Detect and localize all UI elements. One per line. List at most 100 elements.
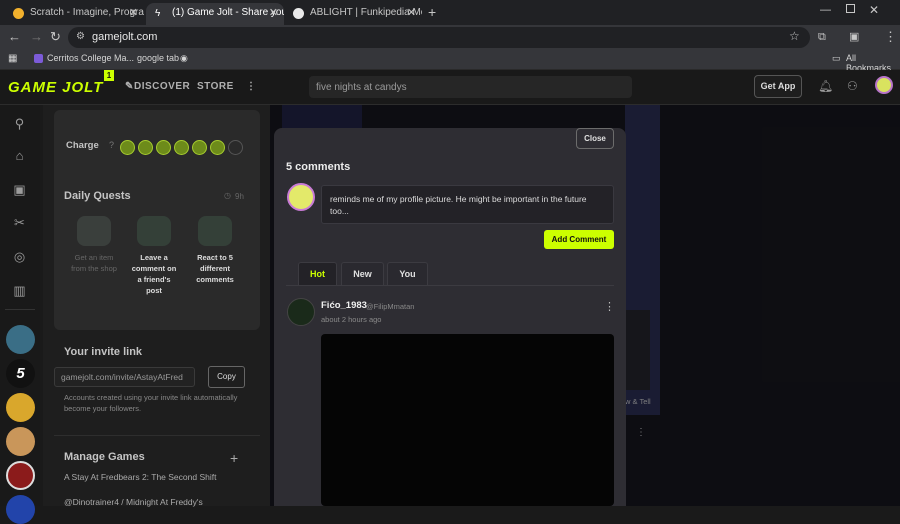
tab-you[interactable]: You — [387, 262, 428, 286]
add-comment-button[interactable]: Add Comment — [544, 230, 614, 249]
close-tab-icon[interactable]: ✕ — [269, 3, 278, 23]
comment-media[interactable] — [321, 334, 614, 506]
commenter-name[interactable]: Fićo_1983 — [321, 300, 367, 311]
my-avatar — [287, 183, 315, 211]
community-avatar[interactable] — [6, 495, 35, 524]
game-item[interactable]: A Stay At Fredbears 2: The Second Shift — [64, 472, 216, 482]
community-avatar[interactable] — [6, 427, 35, 456]
quest-item[interactable]: Get an item from the shop — [69, 216, 119, 274]
user-avatar[interactable] — [875, 76, 893, 94]
more-icon[interactable]: ⋮ — [246, 81, 257, 92]
nav-discover[interactable]: DISCOVER — [134, 81, 190, 92]
commenter-handle[interactable]: @FilipMmatan — [366, 302, 414, 311]
gamejolt-logo[interactable]: GAME JOLT — [8, 79, 103, 96]
rail-divider — [5, 309, 35, 310]
fandom-favicon-icon — [293, 8, 304, 19]
feed-icon[interactable]: ⚲ — [11, 115, 28, 132]
window-close-icon[interactable]: ✕ — [869, 3, 879, 17]
bookmark-google-tab[interactable]: google tab — [137, 53, 179, 63]
charge-orb-icon — [156, 140, 171, 155]
divider — [54, 435, 260, 436]
charge-orb-icon — [174, 140, 189, 155]
close-button[interactable]: Close — [576, 128, 614, 149]
scratch-favicon-icon — [13, 8, 24, 19]
manage-games-title: Manage Games — [64, 451, 145, 463]
tab-funkipedia[interactable]: ABLIGHT | Funkipedia Mods W ✕ — [284, 3, 422, 25]
react-quest-icon — [198, 216, 232, 246]
minimize-icon[interactable]: — — [820, 4, 831, 16]
left-rail: ⚲ ⌂ ▣ ✂ ◎ ▥ 5 — [0, 105, 40, 524]
clock-icon: ◷ — [224, 191, 231, 200]
charge-orbs — [120, 138, 260, 158]
community-avatar[interactable] — [6, 393, 35, 422]
store-icon[interactable]: ⌂ — [11, 147, 28, 164]
tab-gamejolt[interactable]: ϟ (1) Game Jolt - Share your crea ✕ — [146, 3, 284, 25]
quest-text: Get an item from the shop — [71, 253, 117, 273]
search-bar[interactable] — [309, 76, 632, 98]
help-icon[interactable]: ? — [109, 140, 114, 150]
omnibox[interactable]: ⚙ gamejolt.com ☆ — [68, 27, 810, 48]
back-icon[interactable]: ← — [8, 29, 21, 45]
bookmark-cerritos[interactable]: Cerritos College Ma... — [47, 53, 134, 63]
quests-timer: 9h — [235, 192, 244, 201]
quest-text: React to 5 different comments — [196, 253, 234, 284]
invite-title: Your invite link — [64, 346, 143, 358]
charge-orb-empty-icon — [228, 140, 243, 155]
community-avatar[interactable] — [6, 461, 35, 490]
inventory-icon[interactable]: ▣ — [11, 181, 28, 198]
nav-store[interactable]: STORE — [197, 81, 234, 92]
copy-button[interactable]: Copy — [208, 366, 245, 388]
close-tab-icon[interactable]: ✕ — [407, 3, 416, 23]
menu-icon[interactable]: ⋮ — [884, 29, 897, 45]
reload-icon[interactable]: ↻ — [50, 29, 61, 45]
shop-quest-icon — [77, 216, 111, 246]
tab-scratch[interactable]: Scratch - Imagine, Program, Sh ✕ — [4, 3, 144, 25]
tab-new[interactable]: New — [341, 262, 384, 286]
close-tab-icon[interactable]: ✕ — [129, 3, 138, 23]
tab-title: Scratch - Imagine, Program, Sh — [30, 7, 144, 18]
sidepanel-icon[interactable]: ▣ — [849, 29, 859, 45]
quest-text: Leave a comment on a friend's post — [131, 253, 177, 295]
globe-icon[interactable]: ◉ — [180, 53, 188, 64]
search-input[interactable] — [309, 76, 632, 98]
charge-orb-icon — [210, 140, 225, 155]
browser-tab-bar: Scratch - Imagine, Program, Sh ✕ ϟ (1) G… — [0, 0, 900, 25]
quest-item[interactable]: React to 5 different comments — [190, 216, 240, 285]
discover-icon: ✎ — [125, 81, 134, 92]
forward-icon[interactable]: → — [30, 29, 43, 45]
url-text[interactable]: gamejolt.com — [92, 31, 157, 43]
extensions-icon[interactable]: ⧉ — [818, 29, 826, 45]
add-game-button[interactable]: + — [230, 450, 238, 466]
new-tab-button[interactable]: + — [428, 4, 436, 20]
bookmark-star-icon[interactable]: ☆ — [789, 29, 800, 43]
comment-time: about 2 hours ago — [321, 315, 382, 324]
tab-title: ABLIGHT | Funkipedia Mods W — [310, 7, 422, 18]
get-app-button[interactable]: Get App — [754, 75, 802, 98]
activity-icon[interactable]: ⚇ — [847, 79, 858, 93]
library-icon[interactable]: ▥ — [11, 282, 28, 299]
community-avatar[interactable]: 5 — [6, 359, 35, 388]
tab-title: (1) Game Jolt - Share your crea — [172, 7, 284, 18]
invite-link-field[interactable]: gamejolt.com/invite/AstayAtFred — [54, 367, 195, 387]
comment-more-icon[interactable]: ⋮ — [604, 300, 615, 313]
tab-hot[interactable]: Hot — [298, 262, 337, 286]
site-info-icon[interactable]: ⚙ — [76, 31, 85, 42]
maximize-icon[interactable] — [846, 4, 855, 13]
tab-divider — [286, 285, 614, 286]
charge-label: Charge — [66, 140, 99, 151]
sidebar: Charge ? Daily Quests ◷ 9h Get an item f… — [43, 105, 270, 507]
comment-input[interactable]: reminds me of my profile picture. He mig… — [321, 185, 614, 224]
commenter-avatar[interactable] — [287, 298, 315, 326]
address-bar: ← → ↻ ⚙ gamejolt.com ☆ ⧉ ▣ ⋮ — [0, 25, 900, 50]
community-avatar[interactable] — [6, 325, 35, 354]
realm-icon[interactable]: ◎ — [11, 248, 28, 265]
trophy-icon[interactable]: ✂ — [11, 214, 28, 231]
apps-grid-icon[interactable]: ▦ — [8, 53, 17, 64]
bookmarks-bar: ▦ Cerritos College Ma... google tab ◉ ▭ … — [0, 50, 900, 73]
bell-icon[interactable]: 🔔︎ — [818, 79, 833, 93]
notification-badge: 1 — [104, 70, 114, 81]
quest-item[interactable]: Leave a comment on a friend's post — [129, 216, 179, 296]
gamejolt-header: GAME JOLT 1 ✎ DISCOVER STORE ⋮ Get App 🔔… — [0, 70, 900, 105]
cerritos-favicon-icon — [34, 54, 43, 63]
comments-modal: Close 5 comments reminds me of my profil… — [274, 128, 626, 506]
